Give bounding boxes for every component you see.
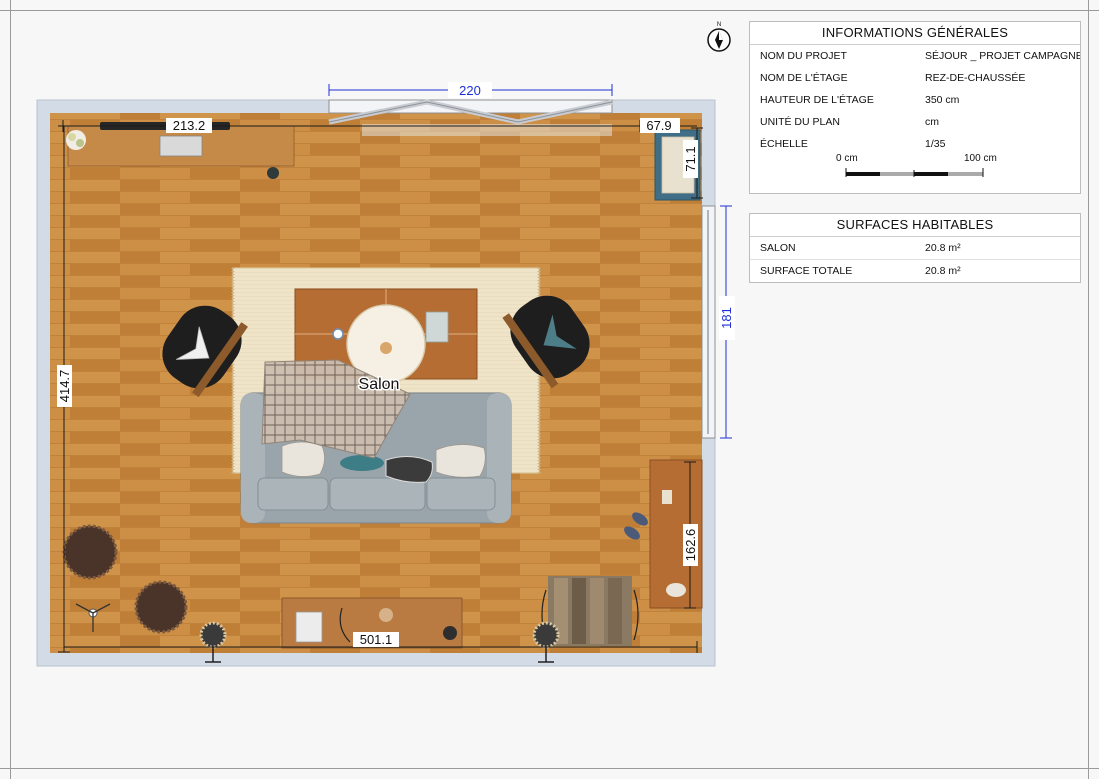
info-panel-title: INFORMATIONS GÉNÉRALES xyxy=(750,22,1080,45)
surface-row-key: SURFACE TOTALE xyxy=(760,265,853,277)
info-row-value: SÉJOUR _ PROJET CAMPAGNE xyxy=(925,50,1080,62)
dim-window-right: 181 xyxy=(719,307,734,329)
info-row-value: 1/35 xyxy=(925,138,946,150)
info-panel: INFORMATIONS GÉNÉRALES NOM DU PROJET SÉJO… xyxy=(749,21,1081,194)
surface-row-key: SALON xyxy=(760,242,796,254)
scale-bar: 0 cm 100 cm xyxy=(750,153,1080,189)
room-label[interactable]: Salon xyxy=(357,375,401,395)
info-row: ÉCHELLE 1/35 xyxy=(750,133,1080,155)
info-row-key: UNITÉ DU PLAN xyxy=(760,116,840,128)
info-row-key: NOM DU PROJET xyxy=(760,50,847,62)
info-row: NOM DU PROJET SÉJOUR _ PROJET CAMPAGNE xyxy=(750,45,1080,67)
dim-cabinet-top: 67.9 xyxy=(646,118,671,133)
info-row-key: HAUTEUR DE L'ÉTAGE xyxy=(760,94,874,106)
info-row: UNITÉ DU PLAN cm xyxy=(750,111,1080,133)
pouf-bottom[interactable] xyxy=(134,580,188,634)
info-row-value: cm xyxy=(925,116,939,128)
scale-bar-graphic xyxy=(845,168,984,177)
pouf-left[interactable] xyxy=(62,524,118,580)
info-row-value: REZ-DE-CHAUSSÉE xyxy=(925,72,1026,84)
dim-cabinet-side: 71.1 xyxy=(683,146,698,171)
dim-tv-unit: 213.2 xyxy=(173,118,206,133)
dim-room-width: 501.1 xyxy=(360,632,393,647)
info-row: HAUTEUR DE L'ÉTAGE 350 cm xyxy=(750,89,1080,111)
svg-text:N: N xyxy=(717,22,721,28)
surface-row: SALON 20.8 m² xyxy=(750,237,1080,260)
info-row-key: NOM DE L'ÉTAGE xyxy=(760,72,848,84)
right-window[interactable] xyxy=(701,205,716,439)
surface-row: SURFACE TOTALE 20.8 m² xyxy=(750,260,1080,282)
surfaces-panel: SURFACES HABITABLES SALON 20.8 m² SURFACE … xyxy=(749,213,1081,283)
info-row: NOM DE L'ÉTAGE REZ-DE-CHAUSSÉE xyxy=(750,67,1080,89)
surface-row-value: 20.8 m² xyxy=(925,265,961,277)
surfaces-panel-title: SURFACES HABITABLES xyxy=(750,214,1080,237)
dim-window-top: 220 xyxy=(459,83,481,98)
dim-room-height: 414.7 xyxy=(57,370,72,403)
info-row-value: 350 cm xyxy=(925,94,960,106)
dim-desk: 162.6 xyxy=(683,529,698,562)
compass-icon: N xyxy=(707,22,731,52)
surface-row-value: 20.8 m² xyxy=(925,242,961,254)
plant-icon xyxy=(66,130,86,150)
info-row-key: ÉCHELLE xyxy=(760,138,808,150)
